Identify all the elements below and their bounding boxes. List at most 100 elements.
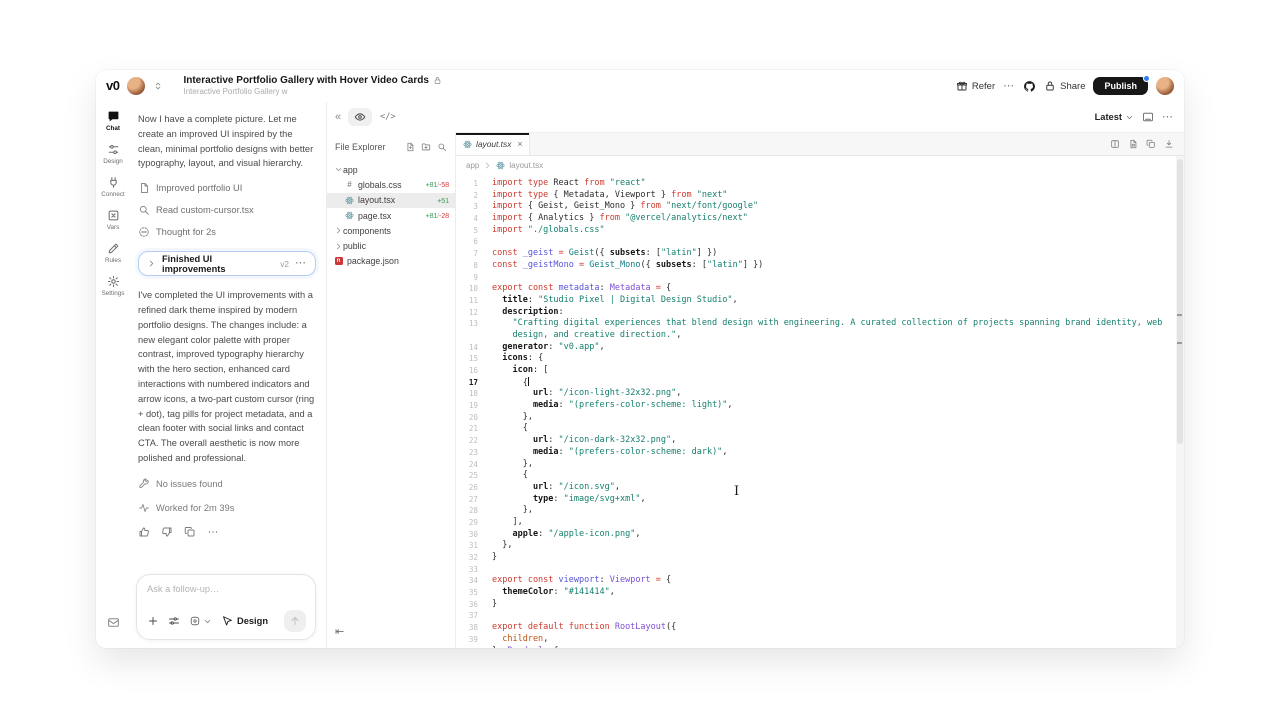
finished-ui-improvements-card[interactable]: Finished UI improvements v2 ⋯ <box>138 251 316 276</box>
ellipsis-icon[interactable] <box>207 526 219 538</box>
workspace-switcher-icon[interactable] <box>153 81 163 91</box>
connect-icon <box>107 176 120 189</box>
npm-file-icon: n <box>333 257 344 265</box>
code-line: 3import { Geist, Geist_Mono } from "next… <box>456 201 1176 213</box>
tab-layout-tsx[interactable]: layout.tsx × <box>456 133 530 155</box>
code-line: 10export const metadata: Metadata = { <box>456 283 1176 295</box>
react-icon <box>345 196 354 205</box>
refer-button[interactable]: Refer <box>956 80 995 92</box>
split-view-button[interactable] <box>1110 139 1120 149</box>
line-number: 40 <box>456 646 478 649</box>
composer-settings-button[interactable] <box>168 615 180 627</box>
preview-toggle-button[interactable] <box>348 108 372 126</box>
rail-item-rules[interactable]: Rules <box>96 242 130 264</box>
tree-folder-app[interactable]: app <box>327 162 455 177</box>
code-line: 29 ], <box>456 517 1176 529</box>
version-selector[interactable]: Latest <box>1095 112 1134 122</box>
browser-preview-icon[interactable] <box>1142 111 1154 123</box>
model-icon <box>189 615 201 627</box>
attach-button[interactable] <box>147 615 159 627</box>
collapse-panel-button[interactable]: « <box>335 111 340 123</box>
code-line: 31 }, <box>456 540 1176 552</box>
publish-notification-dot <box>1143 75 1150 82</box>
copy-icon[interactable] <box>184 526 196 538</box>
workspace-avatar[interactable] <box>127 77 145 95</box>
thumbs-up-icon[interactable] <box>138 526 150 538</box>
share-button[interactable]: Share <box>1044 80 1085 92</box>
line-number: 18 <box>456 388 478 400</box>
code-text: url: "/icon.svg", <box>492 482 620 494</box>
scrollbar-handle[interactable] <box>1177 159 1183 444</box>
code-text: }, <box>492 540 512 552</box>
code-line: design, and creative direction.", <box>456 330 1176 342</box>
rail-item-settings[interactable]: Settings <box>96 275 130 297</box>
rail-item-label: Rules <box>105 257 121 264</box>
task-row[interactable]: Read custom-cursor.tsx <box>138 199 316 221</box>
code-text: }, <box>492 459 533 471</box>
collapse-explorer-button[interactable]: ⇤ <box>335 625 344 638</box>
feedback-inbox-button[interactable] <box>107 616 120 634</box>
close-tab-button[interactable]: × <box>517 139 522 149</box>
code-text: export const viewport: Viewport = { <box>492 575 671 587</box>
design-mode-button[interactable]: Design <box>221 615 268 627</box>
preview-more-button[interactable]: ⋯ <box>1162 112 1174 123</box>
tree-file-globals-css[interactable]: #globals.css+81/-58 <box>327 177 455 192</box>
user-avatar[interactable] <box>1156 77 1174 95</box>
search-files-button[interactable] <box>437 142 447 152</box>
rail-item-design[interactable]: Design <box>96 143 130 165</box>
composer-input[interactable]: Ask a follow-up… <box>147 584 306 594</box>
file-lock-button[interactable] <box>1128 139 1138 149</box>
line-number: 2 <box>456 190 478 202</box>
code-text: import type React from "react" <box>492 178 646 190</box>
github-icon[interactable] <box>1023 80 1036 93</box>
publish-button[interactable]: Publish <box>1093 77 1148 95</box>
chat-panel: Now I have a complete picture. Let me cr… <box>130 102 326 648</box>
code-line: 5import "./globals.css" <box>456 225 1176 237</box>
rail-item-chat[interactable]: Chat <box>96 110 130 132</box>
download-button[interactable] <box>1164 139 1174 149</box>
new-folder-button[interactable] <box>421 142 431 152</box>
breadcrumb-file[interactable]: layout.tsx <box>509 161 543 170</box>
code-text: { <box>492 470 528 482</box>
new-file-button[interactable] <box>405 142 415 152</box>
rail-item-vars[interactable]: Vars <box>96 209 130 231</box>
v0-app-window: v0 Interactive Portfolio Gallery with Ho… <box>96 70 1184 648</box>
tree-folder-public[interactable]: public <box>327 238 455 253</box>
v0-logo[interactable]: v0 <box>106 78 119 93</box>
code-line: 22 url: "/icon-dark-32x32.png", <box>456 435 1176 447</box>
code-line: 37 <box>456 610 1176 622</box>
tree-item-name: app <box>343 165 358 175</box>
diff-stats: +81/-58 <box>425 180 449 189</box>
rail-item-connect[interactable]: Connect <box>96 176 130 198</box>
send-button[interactable] <box>284 610 306 632</box>
rail-item-label: Design <box>103 158 123 165</box>
header-more-button[interactable]: ⋯ <box>1003 81 1015 92</box>
tree-file-page-tsx[interactable]: page.tsx+81/-28 <box>327 208 455 223</box>
follow-up-composer[interactable]: Ask a follow-up… Design <box>136 574 316 640</box>
code-line: 34export const viewport: Viewport = { <box>456 575 1176 587</box>
code-area[interactable]: 1import type React from "react"2import t… <box>456 174 1176 648</box>
thought-icon <box>138 226 150 238</box>
line-number: 36 <box>456 599 478 611</box>
code-view-button[interactable]: </> <box>380 112 395 122</box>
line-number: 24 <box>456 459 478 471</box>
editor-scrollbar[interactable] <box>1176 156 1184 648</box>
preview-panel: « </> Latest ⋯ File Explorer <box>326 102 1184 648</box>
tree-file-package-json[interactable]: npackage.json <box>327 254 455 269</box>
tree-file-layout-tsx[interactable]: layout.tsx+51 <box>327 193 455 208</box>
model-selector[interactable] <box>189 615 212 627</box>
tree-folder-components[interactable]: components <box>327 223 455 238</box>
app-header: v0 Interactive Portfolio Gallery with Ho… <box>96 70 1184 102</box>
task-row[interactable]: Improved portfolio UI <box>138 177 316 199</box>
finished-card-version: v2 <box>280 259 289 269</box>
breadcrumb-folder[interactable]: app <box>466 161 479 170</box>
task-row[interactable]: Thought for 2s <box>138 221 316 243</box>
chevron-right-icon <box>334 226 343 235</box>
copy-code-button[interactable] <box>1146 139 1156 149</box>
code-line: 39 children, <box>456 634 1176 646</box>
finished-card-menu-button[interactable]: ⋯ <box>295 258 307 269</box>
code-text: icons: { <box>492 353 543 365</box>
thumbs-down-icon[interactable] <box>161 526 173 538</box>
line-number: 14 <box>456 342 478 354</box>
chevron-right-icon <box>483 161 492 170</box>
